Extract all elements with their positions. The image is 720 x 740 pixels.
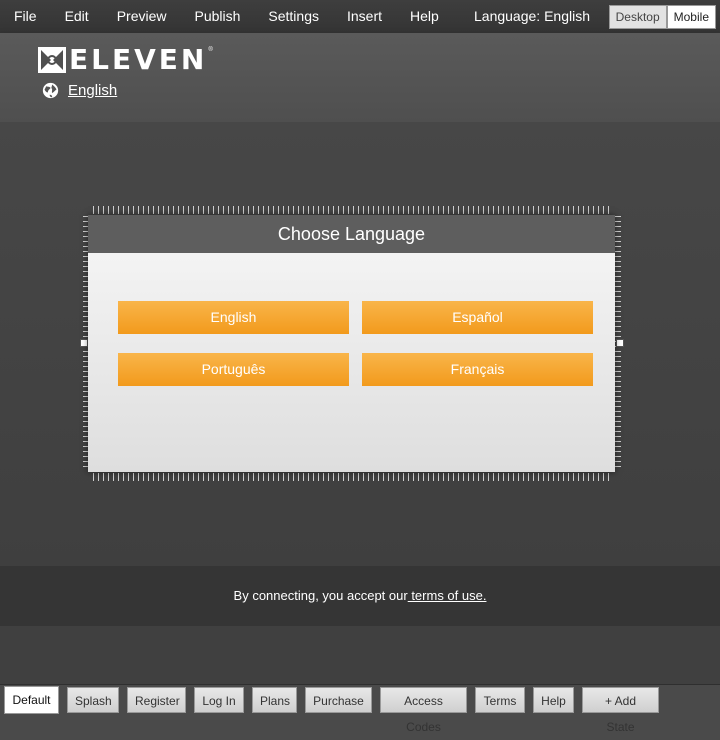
dialog-title: Choose Language: [88, 215, 615, 253]
state-tab-default[interactable]: Default: [4, 686, 59, 714]
globe-icon: [42, 82, 59, 99]
empty-area: [0, 626, 720, 684]
state-tab-log-in[interactable]: Log In: [194, 687, 244, 713]
state-tab-access-codes[interactable]: Access Codes: [380, 687, 467, 734]
menu-publish[interactable]: Publish: [180, 0, 254, 33]
state-tab-splash[interactable]: Splash: [67, 687, 119, 713]
mobile-view-button[interactable]: Mobile: [666, 5, 716, 29]
footer-text: By connecting, you accept our: [233, 588, 408, 603]
frame-top-edge[interactable]: [93, 206, 613, 214]
language-menu[interactable]: Language: English: [474, 0, 590, 33]
francais-button[interactable]: Français: [362, 353, 593, 386]
menu-settings[interactable]: Settings: [254, 0, 333, 33]
menu-file[interactable]: File: [0, 0, 51, 33]
view-toggle: Desktop Mobile: [608, 5, 716, 29]
espanol-button[interactable]: Español: [362, 301, 593, 334]
eleven-logo: ELEVEN ®: [37, 45, 213, 75]
state-tab-register[interactable]: Register: [127, 687, 186, 713]
menu-bar: File Edit Preview Publish Settings Inser…: [0, 0, 720, 33]
resize-handle-right[interactable]: [616, 339, 624, 347]
page-header: ELEVEN ® English: [0, 33, 720, 122]
state-tab-plans[interactable]: Plans: [252, 687, 297, 713]
choose-language-dialog: Choose Language English Español Portuguê…: [88, 215, 615, 472]
dialog-selection-frame[interactable]: Choose Language English Español Portuguê…: [80, 206, 624, 481]
add-state-button[interactable]: + Add State: [582, 687, 659, 734]
portugues-button[interactable]: Português: [118, 353, 349, 386]
canvas-area: Choose Language English Español Portuguê…: [0, 122, 720, 566]
state-tab-purchase[interactable]: Purchase: [305, 687, 372, 713]
state-tab-bar: Default Splash Register Log In Plans Pur…: [0, 684, 720, 734]
logo-registered-mark: ®: [208, 47, 213, 53]
resize-handle-left[interactable]: [80, 339, 88, 347]
menu-insert[interactable]: Insert: [333, 0, 396, 33]
terms-of-use-link[interactable]: terms of use.: [408, 588, 486, 603]
frame-bottom-edge[interactable]: [93, 473, 613, 481]
menu-help[interactable]: Help: [396, 0, 453, 33]
language-link[interactable]: English: [42, 82, 117, 99]
state-tab-terms[interactable]: Terms: [475, 687, 525, 713]
menu-preview[interactable]: Preview: [103, 0, 181, 33]
menu-edit[interactable]: Edit: [51, 0, 103, 33]
desktop-view-button[interactable]: Desktop: [608, 5, 667, 29]
terms-footer: By connecting, you accept our terms of u…: [0, 566, 720, 626]
language-link-label[interactable]: English: [68, 82, 117, 99]
english-button[interactable]: English: [118, 301, 349, 334]
state-tab-help[interactable]: Help: [533, 687, 574, 713]
logo-text: ELEVEN: [69, 43, 208, 76]
eleven-logo-mark-icon: [38, 47, 66, 73]
